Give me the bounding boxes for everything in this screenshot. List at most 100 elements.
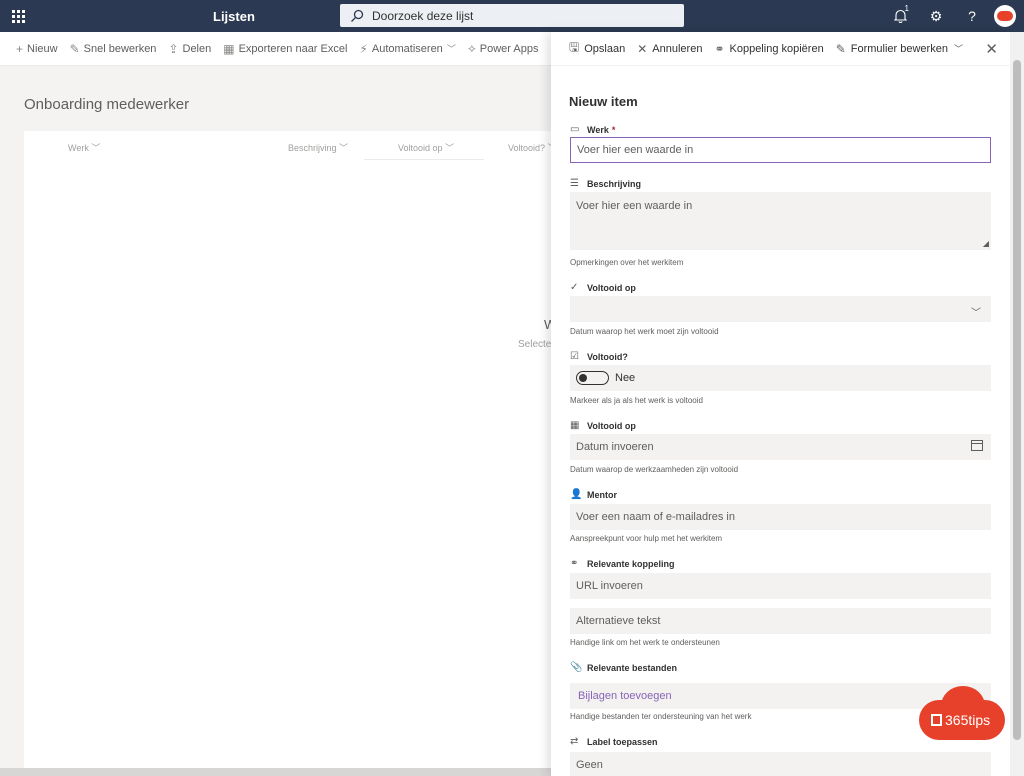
chevron-down-icon: ﹀: [91, 143, 101, 153]
koppeling-label: ⚭ Relevante koppeling: [570, 558, 675, 569]
copy-link-button[interactable]: ⚭ Koppeling kopiëren: [714, 42, 823, 56]
paperclip-icon: 📎: [570, 662, 583, 673]
quick-edit-label: Snel bewerken: [83, 42, 157, 55]
bestanden-help: Handige bestanden ter ondersteuning van …: [570, 712, 752, 721]
calendar-icon[interactable]: [971, 440, 983, 451]
close-panel-button[interactable]: ✕: [985, 40, 998, 58]
date-placeholder: Datum invoeren: [576, 441, 654, 453]
person-icon: 👤: [570, 489, 583, 500]
voltooid-toggle-row: Nee: [570, 365, 991, 391]
settings-button[interactable]: ⚙: [918, 0, 954, 32]
werk-input[interactable]: Voer hier een waarde in: [570, 137, 991, 163]
powerapps-icon: ⟡: [467, 41, 476, 55]
column-label: Voltooid op: [398, 143, 443, 153]
logo-text: 365tips: [931, 712, 990, 728]
toggle-knob: [579, 374, 587, 382]
checkmark-icon: ✓: [570, 282, 579, 293]
search-icon: [351, 9, 364, 22]
calendar-icon: ▦: [570, 420, 580, 431]
panel-title: Nieuw item: [569, 94, 638, 109]
resize-handle-icon[interactable]: ◢: [983, 239, 989, 248]
help-button[interactable]: ?: [954, 0, 990, 32]
power-apps-button[interactable]: ⟡ Power Apps: [468, 41, 539, 56]
office-cloud-icon: [997, 11, 1013, 21]
list-view: Werk ﹀ Beschrijving ﹀ Voltooid op ﹀ Volt…: [24, 131, 560, 776]
empty-state-text: Selecte: [518, 339, 552, 350]
cancel-button[interactable]: ✕ Annuleren: [637, 42, 702, 56]
export-excel-button[interactable]: ▦ Exporteren naar Excel: [223, 42, 347, 56]
app-title[interactable]: Lijsten: [213, 9, 255, 24]
beschrijving-help: Opmerkingen over het werkitem: [570, 258, 684, 267]
automate-label: Automatiseren: [371, 42, 443, 55]
beschrijving-label: ☰ Beschrijving: [570, 178, 641, 189]
label-dropdown[interactable]: Geen: [570, 752, 991, 776]
automate-icon: ⚡: [359, 41, 368, 56]
notification-badge: 1: [904, 4, 909, 13]
app-launcher-button[interactable]: [0, 0, 36, 32]
bestanden-label-text: Relevante bestanden: [587, 662, 678, 673]
beschrijving-placeholder: Voer hier een waarde in: [576, 200, 693, 212]
copy-link-label: Koppeling kopiëren: [729, 42, 824, 55]
required-marker: *: [611, 124, 616, 135]
column-header-beschrijving[interactable]: Beschrijving ﹀: [288, 141, 348, 154]
column-label: Voltooid?: [508, 143, 546, 153]
edit-form-button[interactable]: ✎ Formulier bewerken ﹀: [836, 42, 963, 56]
alt-text-placeholder: Alternatieve tekst: [576, 615, 661, 627]
power-apps-label: Power Apps: [479, 42, 539, 55]
horizontal-scrollbar[interactable]: [0, 768, 560, 776]
voltooid-op-2-label: ▦ Voltooid op: [570, 420, 636, 431]
share-label: Delen: [182, 42, 212, 55]
scrollbar-thumb[interactable]: [1013, 60, 1021, 740]
save-button[interactable]: 🖫 Opslaan: [569, 38, 625, 59]
plus-icon: +: [16, 41, 24, 56]
werk-label-text: Werk: [587, 124, 609, 135]
export-excel-label: Exporteren naar Excel: [238, 42, 348, 55]
voltooid-value: Nee: [615, 372, 636, 384]
list-title: Onboarding medewerker: [24, 96, 190, 113]
chevron-down-icon: ﹀: [445, 143, 455, 153]
mentor-placeholder: Voer een naam of e-mailadres in: [576, 511, 735, 523]
column-label: Werk: [68, 143, 89, 153]
add-attachments-link[interactable]: Bijlagen toevoegen: [578, 690, 672, 702]
share-icon: ⇪: [168, 41, 179, 56]
mentor-input[interactable]: Voer een naam of e-mailadres in: [570, 504, 991, 530]
list-area: Onboarding medewerker Werk ﹀ Beschrijvin…: [0, 66, 560, 776]
voltooid-toggle[interactable]: [576, 371, 609, 385]
column-header-voltooid-op[interactable]: Voltooid op ﹀: [398, 141, 454, 154]
voltooid-help: Markeer als ja als het werk is voltooid: [570, 396, 703, 405]
column-header-werk[interactable]: Werk ﹀: [68, 141, 100, 154]
save-label: Opslaan: [584, 42, 626, 55]
pencil-icon: ✎: [69, 41, 80, 56]
office-logo-icon: [931, 714, 942, 726]
vertical-scrollbar[interactable]: [1010, 32, 1024, 776]
beschrijving-label-text: Beschrijving: [587, 178, 642, 189]
werk-label: ▭ Werk *: [570, 124, 615, 135]
notifications-button[interactable]: 1: [882, 0, 918, 32]
quick-edit-button[interactable]: ✎ Snel bewerken: [70, 42, 157, 56]
automate-button[interactable]: ⚡ Automatiseren ﹀: [359, 42, 455, 56]
url-input[interactable]: URL invoeren: [570, 573, 991, 599]
voltooid-op-2-date-input[interactable]: Datum invoeren: [570, 434, 991, 460]
cancel-label: Annuleren: [652, 42, 703, 55]
alt-text-input[interactable]: Alternatieve tekst: [570, 608, 991, 634]
excel-icon: ▦: [223, 41, 235, 56]
werk-placeholder: Voer hier een waarde in: [577, 144, 694, 156]
close-icon: ✕: [985, 41, 998, 58]
new-button[interactable]: + Nieuw: [16, 42, 58, 56]
beschrijving-textarea[interactable]: Voer hier een waarde in ◢: [570, 192, 991, 250]
save-icon: 🖫: [569, 40, 580, 54]
voltooid-label: ☑ Voltooid?: [570, 351, 628, 362]
search-box[interactable]: Doorzoek deze lijst: [340, 4, 684, 27]
chevron-down-icon: ﹀: [971, 308, 981, 319]
column-divider: [364, 159, 484, 160]
account-avatar[interactable]: [994, 5, 1016, 27]
column-header-voltooid[interactable]: Voltooid? ﹀: [508, 141, 557, 154]
panel-command-bar: 🖫 Opslaan ✕ Annuleren ⚭ Koppeling kopiëren …: [551, 32, 1010, 66]
voltooid-op-1-dropdown[interactable]: ﹀: [570, 296, 991, 322]
bestanden-label: 📎 Relevante bestanden: [570, 662, 677, 673]
suite-right-icons: 1 ⚙ ?: [882, 0, 1024, 32]
voltooid-op-1-label-text: Voltooid op: [587, 282, 636, 293]
question-icon: ?: [968, 8, 976, 24]
pencil-icon: ✎: [835, 41, 846, 56]
share-button[interactable]: ⇪ Delen: [168, 42, 211, 56]
